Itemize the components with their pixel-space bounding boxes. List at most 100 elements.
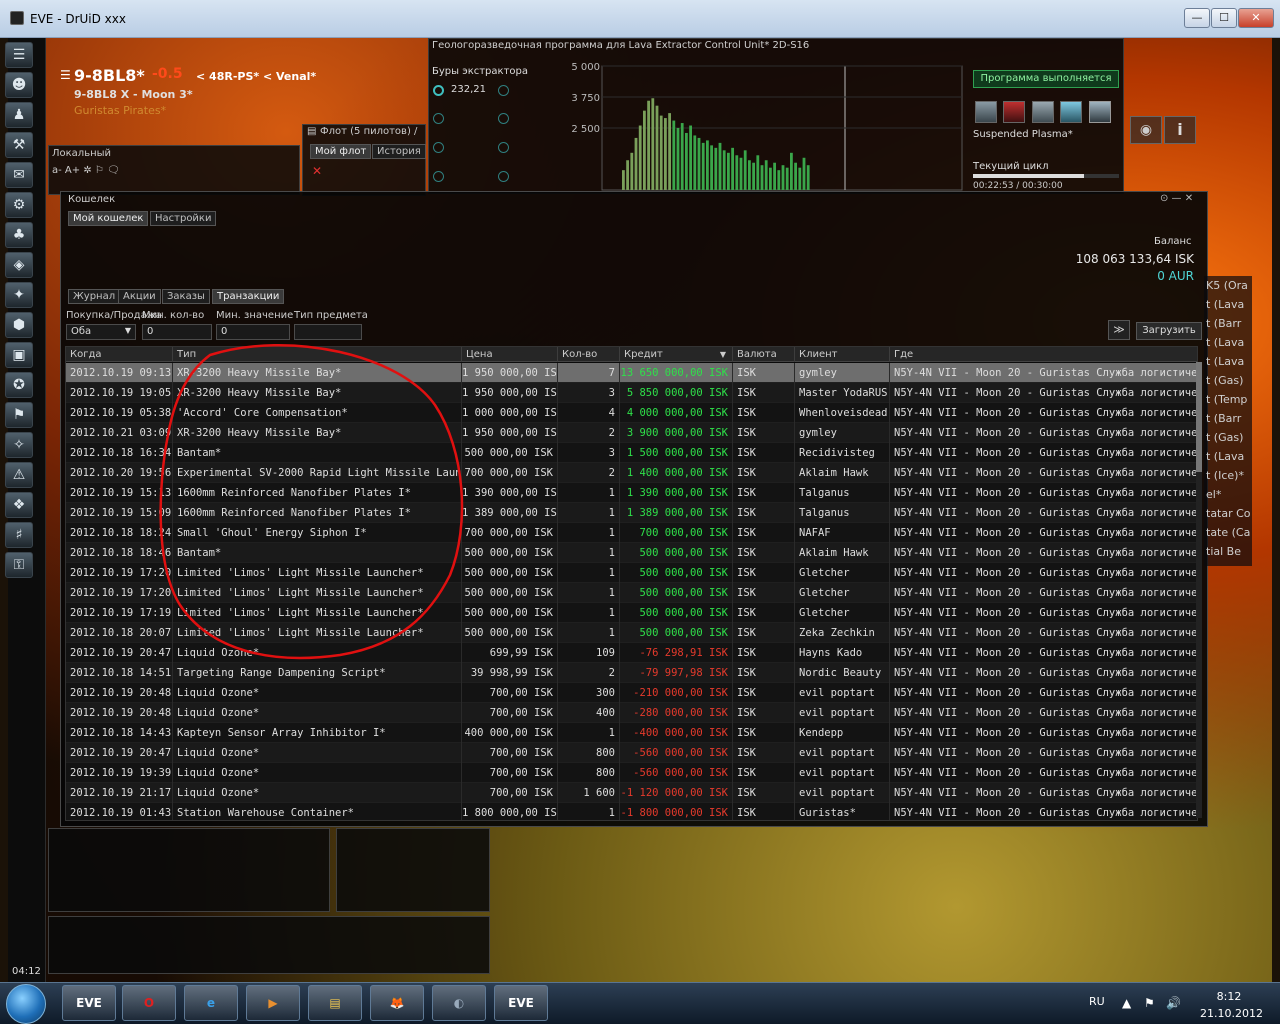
- neocom-button-icon[interactable]: ✧: [5, 432, 33, 458]
- start-button[interactable]: [6, 984, 46, 1024]
- product-icon[interactable]: [1060, 101, 1082, 123]
- table-row[interactable]: 2012.10.19 20:48 Liquid Ozone* 700,00 ISK 4…: [66, 703, 1197, 723]
- tab-wallet-settings[interactable]: Настройки: [150, 211, 217, 226]
- expand-filters-icon[interactable]: ≫: [1108, 320, 1130, 340]
- overview-item[interactable]: tial Be: [1206, 545, 1250, 558]
- local-chat-tools[interactable]: a- A+ ✲ ⚐ 🗨: [52, 165, 120, 176]
- buy-sell-select[interactable]: Оба ▼: [66, 324, 136, 340]
- close-button[interactable]: ✕: [1238, 8, 1274, 28]
- product-icon[interactable]: [975, 101, 997, 123]
- product-icon[interactable]: [1032, 101, 1054, 123]
- neocom-button-icon[interactable]: ✉: [5, 162, 33, 188]
- tab-orders[interactable]: Заказы: [162, 289, 210, 304]
- table-row[interactable]: 2012.10.18 14:51 Targeting Range Dampenin…: [66, 663, 1197, 683]
- eye-icon[interactable]: ◉: [1130, 116, 1162, 144]
- table-row[interactable]: 2012.10.19 19:39 Liquid Ozone* 700,00 ISK 8…: [66, 763, 1197, 783]
- col-credit-header[interactable]: Кредит ▼: [620, 347, 733, 362]
- table-row[interactable]: 2012.10.19 20:48 Liquid Ozone* 700,00 ISK 3…: [66, 683, 1197, 703]
- tab-my-wallet[interactable]: Мой кошелек: [68, 211, 149, 226]
- overview-item[interactable]: el*: [1206, 488, 1250, 501]
- col-where-header[interactable]: Где: [890, 347, 1197, 362]
- taskbar-media-button[interactable]: ▶: [246, 985, 300, 1021]
- taskbar-app-button[interactable]: ◐: [432, 985, 486, 1021]
- neocom-button-icon[interactable]: ♣: [5, 222, 33, 248]
- table-row[interactable]: 2012.10.18 14:43 Kapteyn Sensor Array Inh…: [66, 723, 1197, 743]
- col-client-header[interactable]: Клиент: [795, 347, 890, 362]
- neocom-button-icon[interactable]: ♯: [5, 522, 33, 548]
- taskbar-opera-button[interactable]: O: [122, 985, 176, 1021]
- neocom-button-icon[interactable]: ⚠: [5, 462, 33, 488]
- tab-shares[interactable]: Акции: [118, 289, 161, 304]
- extractor-head-radio[interactable]: [433, 113, 444, 124]
- overview-item[interactable]: t (Temp: [1206, 393, 1250, 406]
- neocom-button-icon[interactable]: ⚙: [5, 192, 33, 218]
- overview-item[interactable]: t (Lava: [1206, 298, 1250, 311]
- taskbar-explorer-button[interactable]: ▤: [308, 985, 362, 1021]
- product-icon[interactable]: [1089, 101, 1111, 123]
- overview-item[interactable]: t (Lava: [1206, 355, 1250, 368]
- maximize-button[interactable]: ☐: [1211, 8, 1237, 28]
- overview-item[interactable]: K5 (Ora: [1206, 279, 1250, 292]
- scrollbar-thumb[interactable]: [1196, 362, 1202, 472]
- neocom-button-icon[interactable]: ♟: [5, 102, 33, 128]
- neocom-button-icon[interactable]: ☰: [5, 42, 33, 68]
- load-button[interactable]: Загрузить: [1136, 322, 1202, 340]
- col-currency-header[interactable]: Валюта: [733, 347, 795, 362]
- taskbar-eve-active-button[interactable]: EVE: [494, 985, 548, 1021]
- tray-time[interactable]: 8:12: [1214, 990, 1244, 1003]
- tab-my-fleet[interactable]: Мой флот: [310, 144, 372, 159]
- show-hidden-icons[interactable]: ▲: [1122, 996, 1131, 1010]
- table-row[interactable]: 2012.10.19 21:17 Liquid Ozone* 700,00 ISK 1…: [66, 783, 1197, 803]
- extractor-head-radio[interactable]: [433, 142, 444, 153]
- neocom-button-icon[interactable]: ⚿: [5, 552, 33, 578]
- language-indicator[interactable]: RU: [1089, 995, 1105, 1008]
- col-qty-header[interactable]: Кол-во: [558, 347, 620, 362]
- product-icon[interactable]: [1003, 101, 1025, 123]
- tab-fleet-history[interactable]: История: [372, 144, 426, 159]
- sovereignty-owner[interactable]: Guristas Pirates*: [74, 104, 166, 117]
- neocom-button-icon[interactable]: ◈: [5, 252, 33, 278]
- neocom-button-icon[interactable]: ☻: [5, 72, 33, 98]
- neocom-button-icon[interactable]: ✦: [5, 282, 33, 308]
- overview-item[interactable]: t (Gas): [1206, 431, 1250, 444]
- action-center-icon[interactable]: ⚑: [1144, 996, 1155, 1010]
- table-scrollbar[interactable]: [1196, 362, 1202, 818]
- leave-fleet-icon[interactable]: ✕: [312, 164, 322, 178]
- collapse-icon[interactable]: ▤: [307, 126, 316, 137]
- overview-item[interactable]: tate (Ca: [1206, 526, 1250, 539]
- table-row[interactable]: 2012.10.19 20:47 Liquid Ozone* 700,00 ISK 8…: [66, 743, 1197, 763]
- tab-journal[interactable]: Журнал: [68, 289, 121, 304]
- neocom-button-icon[interactable]: ✪: [5, 372, 33, 398]
- taskbar-ie-button[interactable]: e: [184, 985, 238, 1021]
- neocom-button-icon[interactable]: ❖: [5, 492, 33, 518]
- neocom-button-icon[interactable]: ⚒: [5, 132, 33, 158]
- neocom-button-icon[interactable]: ▣: [5, 342, 33, 368]
- neocom-button-icon[interactable]: ⚑: [5, 402, 33, 428]
- tab-transactions[interactable]: Транзакции: [212, 289, 285, 304]
- neocom-button-icon[interactable]: ⬢: [5, 312, 33, 338]
- extractor-head-radio[interactable]: [498, 113, 509, 124]
- menu-icon[interactable]: ☰: [60, 68, 71, 82]
- minimize-button[interactable]: —: [1184, 8, 1210, 28]
- extractor-head-radio[interactable]: [433, 171, 444, 182]
- extractor-head-radio[interactable]: [498, 142, 509, 153]
- system-name[interactable]: 9-8BL8*: [74, 66, 145, 85]
- current-location[interactable]: 9-8BL8 X - Moon 3*: [74, 88, 193, 101]
- taskbar-eve-button[interactable]: EVE: [62, 985, 116, 1021]
- overview-item[interactable]: tatar Co: [1206, 507, 1250, 520]
- overview-item[interactable]: t (Barr: [1206, 317, 1250, 330]
- overview-item[interactable]: t (Lava: [1206, 336, 1250, 349]
- system-route[interactable]: < 48R-PS* < Venal*: [196, 70, 316, 83]
- volume-icon[interactable]: 🔊: [1166, 996, 1181, 1010]
- wallet-window-controls[interactable]: ⊙ — ✕: [1160, 193, 1193, 204]
- overview-item[interactable]: t (Ice)*: [1206, 469, 1250, 482]
- taskbar-firefox-button[interactable]: 🦊: [370, 985, 424, 1021]
- info-icon[interactable]: i: [1164, 116, 1196, 144]
- tray-date[interactable]: 21.10.2012: [1200, 1007, 1263, 1020]
- extractor-head-radio[interactable]: [433, 85, 444, 96]
- extractor-head-radio[interactable]: [498, 85, 509, 96]
- overview-item[interactable]: t (Gas): [1206, 374, 1250, 387]
- table-row[interactable]: 2012.10.19 01:43 Station Warehouse Contai…: [66, 803, 1197, 820]
- overview-item[interactable]: t (Lava: [1206, 450, 1250, 463]
- extractor-head-radio[interactable]: [498, 171, 509, 182]
